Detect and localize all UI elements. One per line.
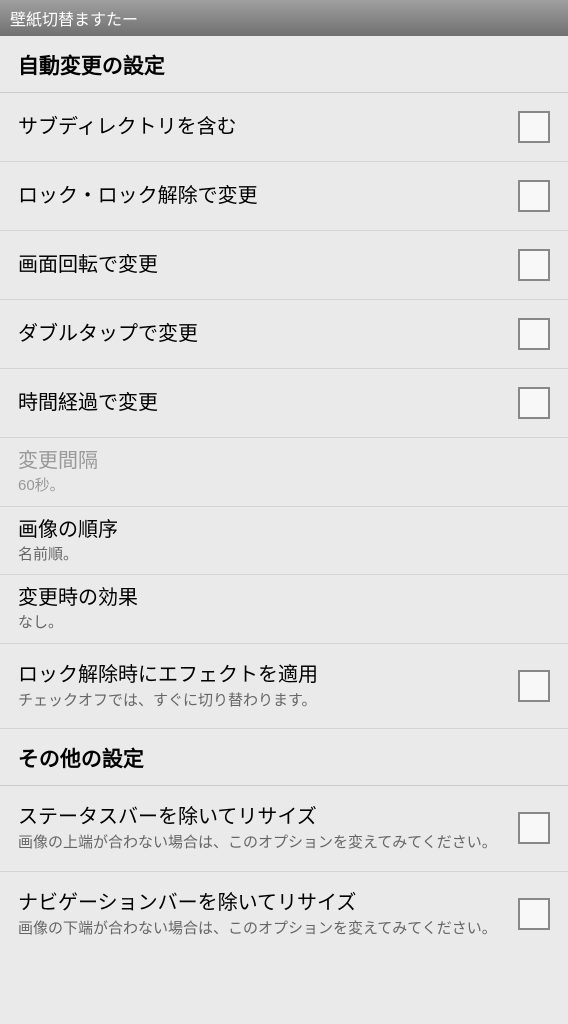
item-sublabel: 画像の下端が合わない場合は、このオプションを変えてみてください。 <box>18 919 508 939</box>
checkbox-doubletap[interactable] <box>518 318 550 350</box>
item-doubletap[interactable]: ダブルタップで変更 <box>0 300 568 369</box>
item-sublabel: 名前順。 <box>18 545 550 565</box>
item-image-order[interactable]: 画像の順序 名前順。 <box>0 507 568 576</box>
item-sublabel: 60秒。 <box>18 476 550 496</box>
app-title: 壁紙切替ますたー <box>10 12 138 29</box>
checkbox-unlock-effect[interactable] <box>518 670 550 702</box>
item-sublabel: チェックオフでは、すぐに切り替わります。 <box>18 691 508 711</box>
item-resize-statusbar[interactable]: ステータスバーを除いてリサイズ 画像の上端が合わない場合は、このオプションを変え… <box>0 786 568 872</box>
item-label: 画面回転で変更 <box>18 252 508 278</box>
item-label: ステータスバーを除いてリサイズ <box>18 804 508 830</box>
item-unlock-effect[interactable]: ロック解除時にエフェクトを適用 チェックオフでは、すぐに切り替わります。 <box>0 644 568 730</box>
item-label: サブディレクトリを含む <box>18 114 508 140</box>
item-label: ダブルタップで変更 <box>18 321 508 347</box>
item-include-subdir[interactable]: サブディレクトリを含む <box>0 93 568 162</box>
item-change-interval[interactable]: 変更間隔 60秒。 <box>0 438 568 507</box>
item-time-elapsed[interactable]: 時間経過で変更 <box>0 369 568 438</box>
checkbox-rotation[interactable] <box>518 249 550 281</box>
item-label: 時間経過で変更 <box>18 390 508 416</box>
section-header-auto: 自動変更の設定 <box>0 36 568 92</box>
item-label: ナビゲーションバーを除いてリサイズ <box>18 890 508 916</box>
item-sublabel: 画像の上端が合わない場合は、このオプションを変えてみてください。 <box>18 833 508 853</box>
item-label: 変更間隔 <box>18 448 550 474</box>
checkbox-time-elapsed[interactable] <box>518 387 550 419</box>
item-label: ロック解除時にエフェクトを適用 <box>18 662 508 688</box>
checkbox-resize-statusbar[interactable] <box>518 812 550 844</box>
item-label: 画像の順序 <box>18 517 550 543</box>
item-rotation[interactable]: 画面回転で変更 <box>0 231 568 300</box>
item-label: ロック・ロック解除で変更 <box>18 183 508 209</box>
item-label: 変更時の効果 <box>18 585 550 611</box>
checkbox-include-subdir[interactable] <box>518 111 550 143</box>
item-sublabel: なし。 <box>18 613 550 633</box>
checkbox-lock-unlock[interactable] <box>518 180 550 212</box>
app-title-bar: 壁紙切替ますたー <box>0 0 568 36</box>
item-lock-unlock[interactable]: ロック・ロック解除で変更 <box>0 162 568 231</box>
section-header-other: その他の設定 <box>0 729 568 785</box>
item-change-effect[interactable]: 変更時の効果 なし。 <box>0 575 568 644</box>
item-resize-navbar[interactable]: ナビゲーションバーを除いてリサイズ 画像の下端が合わない場合は、このオプションを… <box>0 872 568 957</box>
checkbox-resize-navbar[interactable] <box>518 898 550 930</box>
